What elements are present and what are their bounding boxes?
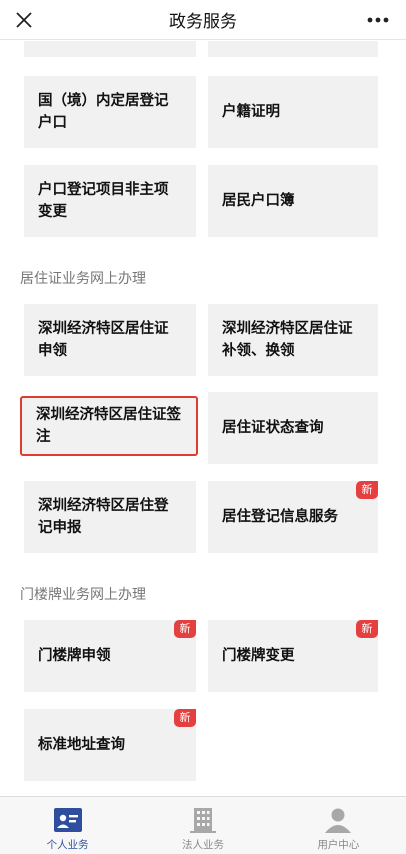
more-icon [367,17,389,23]
section-title-doorplate: 门楼牌业务网上办理 [20,587,146,603]
service-tile-label: 深圳经济特区居住证签注 [36,407,181,445]
close-icon [16,12,32,28]
tab-label: 法人业务 [181,839,224,851]
service-tile-partial-right[interactable] [208,41,378,57]
tab-label: 个人业务 [46,839,89,851]
service-tile-label: 深圳经济特区居住登记申报 [38,498,169,536]
more-button[interactable] [362,4,394,36]
service-tile-household-certificate[interactable]: 户籍证明 [208,76,378,148]
service-tile-overseas-settlement[interactable]: 国（境）内定居登记户口 [24,76,196,148]
service-tile-label: 门楼牌变更 [222,648,295,664]
close-button[interactable] [8,4,40,36]
building-icon [187,806,219,834]
service-tile-label: 居住证状态查询 [222,420,324,436]
new-badge: 新 [174,620,196,638]
tab-label: 用户中心 [317,839,360,851]
service-tile-label: 居民户口簿 [222,193,295,209]
service-tile-residence-info[interactable]: 居住登记信息服务 新 [208,481,378,553]
section-title-residence: 居住证业务网上办理 [20,271,146,287]
content-scroll-area[interactable]: 国（境）内定居登记户口 户籍证明 户口登记项目非主项变更 居民户口簿 居住证业务… [0,41,406,795]
personal-business-icon [52,806,84,834]
tab-corporate-business[interactable]: 法人业务 [135,797,270,854]
service-tile-residence-apply[interactable]: 深圳经济特区居住证申领 [24,304,196,376]
tab-personal-business[interactable]: 个人业务 [0,797,135,854]
service-tile-label: 门楼牌申领 [38,648,111,664]
service-tile-label: 国（境）内定居登记户口 [38,93,169,131]
new-badge: 新 [356,481,378,499]
page-title: 政务服务 [169,12,237,32]
service-tile-label: 标准地址查询 [38,737,125,753]
service-tile-household-register-book[interactable]: 居民户口簿 [208,165,378,237]
service-tile-doorplate-change[interactable]: 门楼牌变更 新 [208,620,378,692]
service-tile-address-query[interactable]: 标准地址查询 新 [24,709,196,781]
service-tile-doorplate-apply[interactable]: 门楼牌申领 新 [24,620,196,692]
service-tile-label: 深圳经济特区居住证申领 [38,321,169,359]
service-tile-residence-reissue[interactable]: 深圳经济特区居住证补领、换领 [208,304,378,376]
new-badge: 新 [356,620,378,638]
service-tile-residence-registration[interactable]: 深圳经济特区居住登记申报 [24,481,196,553]
service-tile-label: 户口登记项目非主项变更 [38,182,169,220]
service-tile-label: 深圳经济特区居住证补领、换领 [222,321,353,359]
bottom-tab-bar: 个人业务 法人业务 用户中心 [0,796,406,854]
service-tile-partial-left[interactable] [24,41,196,57]
service-tile-label: 居住登记信息服务 [222,509,338,525]
nav-header: 政务服务 [0,0,406,40]
new-badge: 新 [174,709,196,727]
service-tile-household-change[interactable]: 户口登记项目非主项变更 [24,165,196,237]
service-tile-residence-status[interactable]: 居住证状态查询 [208,392,378,464]
tab-user-center[interactable]: 用户中心 [271,797,406,854]
service-tile-residence-endorsement[interactable]: 深圳经济特区居住证签注 [20,396,198,456]
service-tile-label: 户籍证明 [222,104,280,120]
user-icon [322,806,354,834]
